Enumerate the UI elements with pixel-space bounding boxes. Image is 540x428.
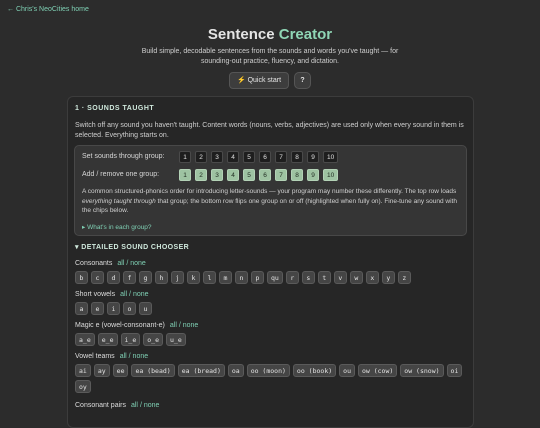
sound-chip[interactable]: b [75, 271, 88, 284]
add-remove-label: Add / remove one group: [82, 171, 160, 178]
sound-chip-row: a_e e_e i_e o_e u_e [75, 333, 470, 346]
sound-chip[interactable]: y [381, 271, 395, 284]
sound-chip[interactable]: qu [267, 271, 283, 284]
sound-chip[interactable]: w [349, 271, 363, 284]
sound-group-label: Consonant pairs all / none [75, 402, 160, 409]
toggle-group-8-button[interactable]: 8 [291, 169, 303, 181]
set-through-group-7-button[interactable]: 7 [275, 151, 287, 163]
sound-chip-row: ai ay ee ea (bead) ea (bread) oa oo (moon) oo (… [75, 364, 470, 393]
sound-chip[interactable]: v [333, 271, 347, 284]
sound-chip[interactable]: j [171, 271, 184, 284]
select-none-link[interactable]: none [133, 291, 149, 298]
sound-chip[interactable]: oo (book) [292, 364, 337, 377]
sound-chip[interactable]: ow (cow) [357, 364, 398, 377]
select-all-link[interactable]: all [170, 322, 177, 329]
sound-group-label: Consonants all / none [75, 260, 146, 267]
sound-chip[interactable]: c [91, 271, 104, 284]
sound-chip[interactable]: x [365, 271, 379, 284]
sound-chip[interactable]: ea (bead) [131, 364, 175, 377]
select-none-link[interactable]: none [144, 402, 160, 409]
quick-start-button[interactable]: ⚡ Quick start [228, 72, 290, 89]
group-panel: Set sounds through group: 1 2 3 4 5 6 7 8 9 10 Ad… [74, 145, 467, 236]
page-title: Sentence Creator [207, 26, 333, 43]
sound-chip[interactable]: m [219, 271, 232, 284]
sound-chip[interactable]: oa [227, 364, 244, 377]
set-through-group-8-button[interactable]: 8 [291, 151, 303, 163]
sounds-taught-card: 1 · SOUNDS TAUGHT Switch off any sound y… [67, 96, 474, 428]
sound-chip[interactable]: oo (moon) [246, 364, 290, 377]
sound-chip[interactable]: z [397, 271, 411, 284]
sound-chip-row: aeiou [75, 302, 470, 315]
toggle-group-1-button[interactable]: 1 [179, 169, 191, 181]
toggle-group-4-button[interactable]: 4 [227, 169, 239, 181]
sound-chip[interactable]: o_e [143, 333, 163, 346]
sound-chip[interactable]: e [91, 302, 104, 315]
detailed-chooser-toggle[interactable]: ▾ DETAILED SOUND CHOOSER [75, 243, 189, 251]
sound-chip[interactable]: ou [339, 364, 355, 377]
sound-chip[interactable]: i [107, 302, 120, 315]
set-through-group-5-button[interactable]: 5 [243, 151, 255, 163]
sound-chip[interactable]: a [75, 302, 88, 315]
sound-chip-row: b c d f g h j k l m n p qu r s t v w x y z [75, 271, 470, 284]
sound-chip[interactable]: ee [112, 364, 129, 377]
sound-chip[interactable]: i_e [120, 333, 141, 346]
set-through-group-4-button[interactable]: 4 [227, 151, 239, 163]
sound-chip[interactable]: f [123, 271, 136, 284]
toggle-group-2-button[interactable]: 2 [195, 169, 207, 181]
section-heading: 1 · SOUNDS TAUGHT [75, 105, 155, 112]
sound-chip[interactable]: a_e [75, 333, 95, 346]
sound-chip[interactable]: o [123, 302, 136, 315]
sound-chip[interactable]: u [139, 302, 152, 315]
set-through-buttons: 1 2 3 4 5 6 7 8 9 10 [179, 151, 339, 163]
sound-chip[interactable]: e_e [97, 333, 118, 346]
sound-chip[interactable]: p [251, 271, 264, 284]
add-remove-buttons: 1 2 3 4 5 6 7 8 9 10 [179, 169, 339, 181]
sound-chip[interactable]: ea (bread) [177, 364, 225, 377]
toggle-group-5-button[interactable]: 5 [243, 169, 255, 181]
sound-chip[interactable]: oy [75, 380, 91, 393]
sound-group-label: Short vowels all / none [75, 291, 149, 298]
sound-chip[interactable]: t [317, 271, 331, 284]
sound-group-label: Vowel teams all / none [75, 353, 149, 360]
sound-chip[interactable]: d [107, 271, 120, 284]
sound-chip[interactable]: g [139, 271, 152, 284]
set-through-group-2-button[interactable]: 2 [195, 151, 207, 163]
help-button[interactable]: ? [294, 72, 312, 89]
set-through-group-6-button[interactable]: 6 [259, 151, 271, 163]
toggle-group-3-button[interactable]: 3 [211, 169, 223, 181]
sound-chip[interactable]: ai [75, 364, 91, 377]
set-through-group-10-button[interactable]: 10 [323, 151, 339, 163]
toggle-group-10-button[interactable]: 10 [323, 169, 339, 181]
set-through-group-9-button[interactable]: 9 [307, 151, 319, 163]
toggle-group-7-button[interactable]: 7 [275, 169, 287, 181]
select-all-link[interactable]: all [131, 402, 138, 409]
toggle-group-6-button[interactable]: 6 [259, 169, 271, 181]
select-none-link[interactable]: none [133, 353, 149, 360]
sound-chip[interactable]: oi [446, 364, 463, 377]
sound-chip[interactable]: k [187, 271, 200, 284]
whats-in-each-group-link[interactable]: ▸ What's in each group? [82, 223, 152, 231]
set-through-label: Set sounds through group: [82, 153, 165, 160]
select-none-link[interactable]: none [183, 322, 199, 329]
home-link[interactable]: ← Chris's NeoCities home [7, 6, 89, 13]
set-through-group-3-button[interactable]: 3 [211, 151, 223, 163]
sound-chip[interactable]: h [155, 271, 168, 284]
select-none-link[interactable]: none [130, 260, 146, 267]
sound-chip[interactable]: u_e [166, 333, 186, 346]
page-subtitle: Build simple, decodable sentences from t… [141, 48, 399, 65]
sound-chip[interactable]: ow (snow) [400, 364, 444, 377]
group-explanation: A common structured-phonics order for in… [82, 188, 457, 214]
toggle-group-9-button[interactable]: 9 [307, 169, 319, 181]
sound-chip[interactable]: l [203, 271, 216, 284]
section-intro: Switch off any sound you haven't taught.… [75, 122, 464, 139]
sound-chip[interactable]: s [301, 271, 315, 284]
set-through-group-1-button[interactable]: 1 [179, 151, 191, 163]
sound-chip[interactable]: ay [93, 364, 110, 377]
select-all-link[interactable]: all [120, 353, 127, 360]
sound-chip[interactable]: r [285, 271, 299, 284]
sound-group-label: Magic e (vowel-consonant-e) all / none [75, 322, 199, 329]
sound-chip[interactable]: n [235, 271, 248, 284]
